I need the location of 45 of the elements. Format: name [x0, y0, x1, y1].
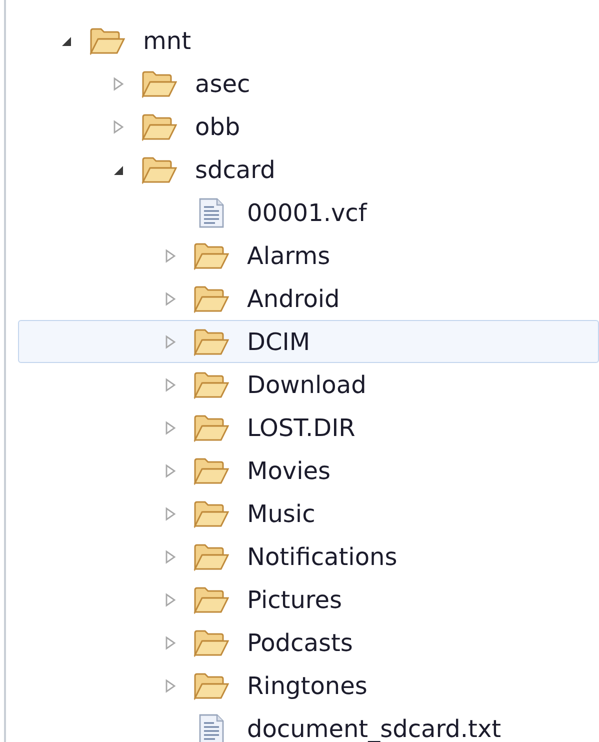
folder-name[interactable]: LOST.DIR — [247, 414, 356, 442]
folder-icon — [193, 500, 229, 528]
expand-arrow-icon[interactable] — [163, 592, 177, 606]
folder-name[interactable]: Music — [247, 500, 316, 528]
folder-name[interactable]: sdcard — [195, 156, 276, 184]
folder-name[interactable]: Notifications — [247, 542, 398, 570]
expand-arrow-icon[interactable] — [163, 464, 177, 478]
expand-arrow-icon[interactable] — [163, 506, 177, 520]
expand-arrow-icon[interactable] — [163, 678, 177, 692]
file-name[interactable]: 00001.vcf — [247, 198, 367, 226]
folder-icon — [193, 370, 229, 398]
folder-name[interactable]: Pictures — [247, 586, 342, 614]
expand-arrow-icon[interactable] — [163, 420, 177, 434]
folder-icon — [193, 628, 229, 656]
folder-name[interactable]: Alarms — [247, 242, 330, 270]
expand-arrow-icon[interactable] — [163, 636, 177, 650]
folder-icon — [193, 414, 229, 442]
folder-icon — [193, 328, 229, 356]
expand-arrow-icon[interactable] — [163, 378, 177, 392]
folder-icon — [141, 112, 177, 140]
expand-arrow-icon[interactable] — [163, 292, 177, 306]
folder-name[interactable]: DCIM — [247, 328, 310, 356]
expand-arrow-icon[interactable] — [163, 550, 177, 564]
folder-icon — [89, 26, 125, 54]
folder-name[interactable]: Ringtones — [247, 672, 368, 700]
folder-name[interactable]: obb — [195, 112, 240, 140]
expand-arrow-icon[interactable] — [163, 334, 177, 348]
folder-icon — [141, 156, 177, 184]
folder-name[interactable]: Podcasts — [247, 628, 353, 656]
expand-arrow-icon[interactable] — [111, 120, 125, 134]
expand-arrow-icon[interactable] — [111, 76, 125, 90]
folder-name[interactable]: Download — [247, 370, 366, 398]
folder-icon — [141, 70, 177, 98]
folder-name[interactable]: mnt — [143, 26, 191, 54]
folder-name[interactable]: asec — [195, 70, 250, 98]
folder-icon — [193, 586, 229, 614]
file-name[interactable]: document_sdcard.txt — [247, 714, 502, 742]
folder-icon — [193, 672, 229, 700]
folder-icon — [193, 242, 229, 270]
folder-icon — [193, 456, 229, 484]
folder-icon — [193, 284, 229, 312]
folder-name[interactable]: Android — [247, 284, 340, 312]
folder-icon — [193, 542, 229, 570]
folder-name[interactable]: Movies — [247, 456, 331, 484]
expand-arrow-icon[interactable] — [163, 248, 177, 262]
